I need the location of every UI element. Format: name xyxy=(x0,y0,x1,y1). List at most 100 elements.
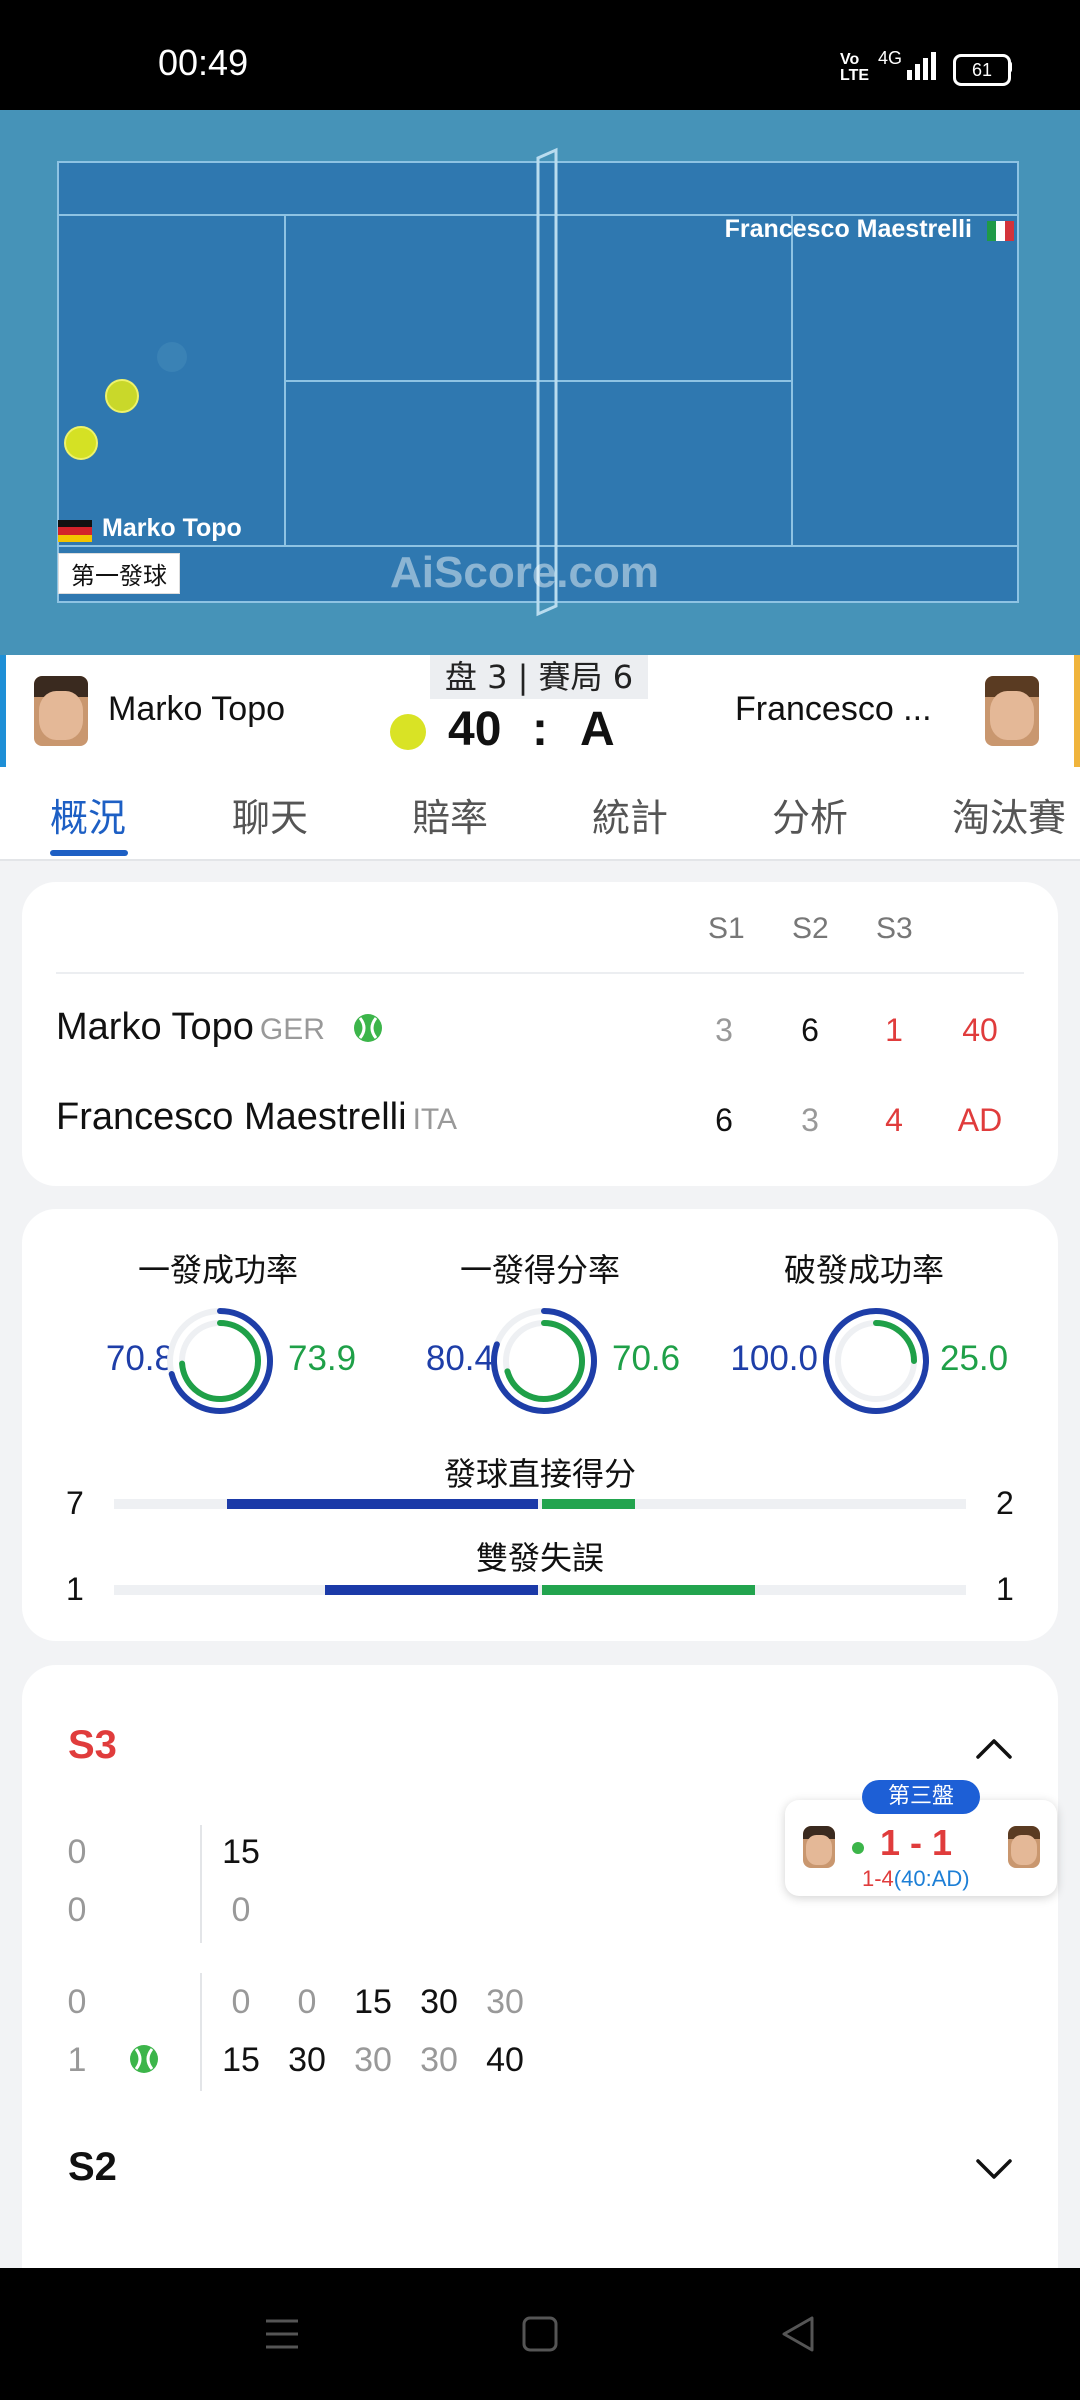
scoreboard-card: S1 S2 S3 Marko Topo GER 3 6 1 40 Francesc… xyxy=(22,882,1058,1186)
bar-left-value: 7 xyxy=(66,1485,84,1521)
chevron-up-icon[interactable] xyxy=(974,1735,1014,1763)
popup-game-score: 1-4 xyxy=(862,1866,894,1891)
point: 0 xyxy=(231,1983,251,2021)
bar-track xyxy=(114,1585,966,1595)
popup-point-score: (40:AD) xyxy=(893,1866,970,1891)
set-3-label: S3 xyxy=(68,1723,117,1767)
battery-tip xyxy=(1008,61,1012,73)
scoreboard-player-1[interactable]: Marko Topo GER xyxy=(56,1006,325,1049)
header-score-colon: : xyxy=(532,703,548,756)
player-country: GER xyxy=(259,1013,325,1046)
tab-analysis[interactable]: 分析 xyxy=(772,787,848,842)
header-player-left[interactable]: Marko Topo xyxy=(108,690,285,729)
tab-bar: 概況 聊天 賠率 統計 分析 淘汰賽 xyxy=(0,767,1080,861)
status-time: 00:49 xyxy=(158,42,249,83)
set-game-indicator: 盘 3 | 賽局 6 xyxy=(430,655,648,699)
tab-bracket[interactable]: 淘汰賽 xyxy=(952,787,1066,842)
network-type: 4G xyxy=(878,48,903,68)
menu-icon[interactable] xyxy=(262,2316,302,2352)
game-score-left: 0 xyxy=(67,1983,87,2021)
serving-ball-icon xyxy=(130,2045,158,2073)
bar-fill-left xyxy=(324,1585,538,1595)
point: 15 xyxy=(222,2041,260,2079)
stat-title: 一發得分率 xyxy=(459,1251,620,1289)
tab-stats[interactable]: 統計 xyxy=(592,787,668,842)
tab-active-indicator xyxy=(50,850,128,856)
avatar[interactable] xyxy=(985,676,1039,746)
point: 15 xyxy=(354,1983,392,2021)
player-name: Marko Topo xyxy=(56,1006,254,1048)
header-left-accent xyxy=(0,655,6,767)
bar-right-value: 1 xyxy=(996,1571,1014,1607)
watermark: AiScore.com xyxy=(390,548,659,597)
bar-title: 雙發失誤 xyxy=(475,1539,604,1577)
stat-right-value: 25.0 xyxy=(940,1339,1009,1378)
stat-right-value: 70.6 xyxy=(612,1339,681,1378)
point: 30 xyxy=(420,2041,458,2079)
game-score-left: 1 xyxy=(67,2041,87,2079)
point: 40 xyxy=(486,2041,524,2079)
p2-game: AD xyxy=(957,1102,1003,1138)
stat-left-value: 80.4 xyxy=(425,1339,494,1378)
point: 30 xyxy=(354,2041,392,2079)
avatar[interactable] xyxy=(34,676,88,746)
ring-chart xyxy=(823,1308,929,1414)
p1-s3: 1 xyxy=(885,1012,903,1048)
battery-icon: 61 xyxy=(953,54,1011,86)
tab-chat[interactable]: 聊天 xyxy=(232,787,308,842)
point: 30 xyxy=(288,2041,326,2079)
divider xyxy=(200,1825,202,1943)
player-country: ITA xyxy=(412,1103,458,1136)
avatar xyxy=(803,1826,835,1868)
col-header-s3: S3 xyxy=(876,912,913,945)
game-score-left: 0 xyxy=(67,1891,87,1929)
scoreboard-player-2[interactable]: Francesco Maestrelli ITA xyxy=(56,1096,457,1139)
point: 15 xyxy=(222,1833,260,1871)
header-score-left: 40 xyxy=(448,703,502,756)
serving-ball-icon xyxy=(354,1014,382,1042)
serving-ball-icon xyxy=(390,714,426,750)
p1-s1: 3 xyxy=(715,1012,733,1048)
bar-fill-left xyxy=(227,1499,538,1509)
p2-s1: 6 xyxy=(715,1102,733,1138)
serve-label: 第一發球 xyxy=(58,553,180,594)
stat-title: 一發成功率 xyxy=(137,1251,298,1289)
germany-flag-icon xyxy=(58,520,92,542)
serving-dot-icon xyxy=(852,1842,864,1854)
chevron-down-icon[interactable] xyxy=(974,2155,1014,2183)
tab-odds[interactable]: 賠率 xyxy=(412,787,488,842)
stat-left-value: 100.0 xyxy=(730,1339,818,1378)
bar-right-value: 2 xyxy=(996,1485,1014,1521)
ring-chart xyxy=(491,1308,597,1414)
point: 0 xyxy=(297,1983,317,2021)
popup-score: 1 - 1 xyxy=(880,1822,953,1863)
bar-left-value: 1 xyxy=(66,1571,84,1607)
court-player-right: Francesco Maestrelli xyxy=(724,215,972,243)
stat-right-value: 73.9 xyxy=(288,1339,357,1378)
set-2-label: S2 xyxy=(68,2145,117,2189)
divider xyxy=(200,1973,202,2091)
stat-left-value: 70.8 xyxy=(105,1339,174,1378)
court-player-left: Marko Topo xyxy=(102,514,242,542)
ring-arc-right xyxy=(873,1320,917,1364)
point: 30 xyxy=(420,1983,458,2021)
p2-s2: 3 xyxy=(801,1102,819,1138)
header-player-right[interactable]: Francesco ... xyxy=(735,690,932,729)
header-right-accent xyxy=(1074,655,1080,767)
home-icon[interactable] xyxy=(520,2314,560,2354)
back-icon[interactable] xyxy=(778,2314,818,2354)
stat-title: 破發成功率 xyxy=(783,1251,944,1289)
point: 0 xyxy=(231,1891,251,1929)
point: 30 xyxy=(486,1983,524,2021)
bar-title: 發球直接得分 xyxy=(443,1455,636,1493)
header-score-right: A xyxy=(580,703,615,756)
signal-icon xyxy=(907,52,936,80)
tab-overview[interactable]: 概況 xyxy=(50,787,126,842)
p2-s3: 4 xyxy=(885,1102,903,1138)
popup-set-tag: 第三盤 xyxy=(862,1780,980,1814)
popup-subscore: 1-4(40:AD) xyxy=(862,1866,970,1892)
set-details-card: S3 0 0 15 0 0 1 0 0 15 30 30 15 30 30 30… xyxy=(22,1665,1058,2275)
col-header-s2: S2 xyxy=(792,912,829,945)
col-header-s1: S1 xyxy=(708,912,745,945)
italy-flag-icon xyxy=(987,221,1014,241)
